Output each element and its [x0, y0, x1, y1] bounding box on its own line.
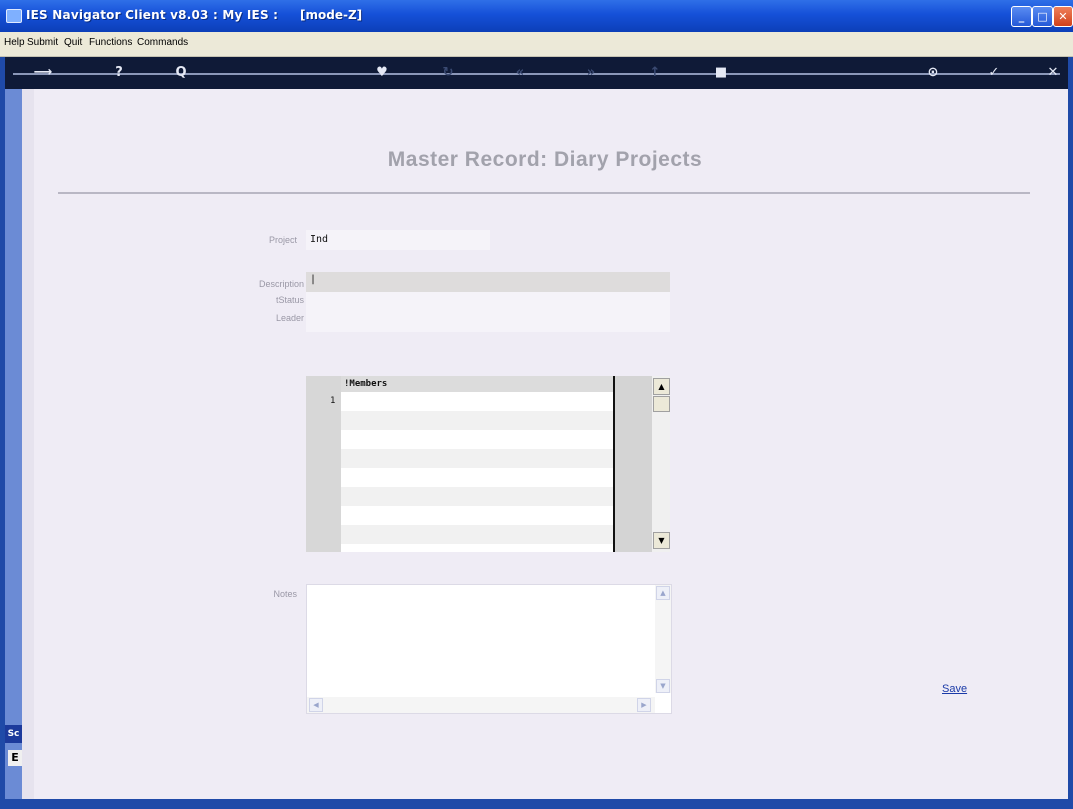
app-icon — [6, 9, 22, 23]
notes-scroll-up-icon[interactable]: ▲ — [656, 586, 670, 600]
notes-textarea[interactable]: ▲ ▼ ◀ ▶ — [306, 584, 672, 714]
leader-field[interactable] — [306, 312, 670, 332]
grid-body: !Members — [341, 376, 613, 552]
page-title: Master Record: Diary Projects — [387, 148, 703, 171]
table-row[interactable] — [341, 525, 613, 544]
close-window-button[interactable]: ✕ — [1053, 6, 1073, 27]
table-row[interactable] — [341, 487, 613, 506]
menu-commands[interactable]: Commands — [137, 37, 188, 48]
menu-bar: Help Submit Quit Functions Commands — [0, 32, 1073, 57]
leader-label: Leader — [275, 313, 304, 323]
menu-functions[interactable]: Functions — [89, 37, 132, 48]
table-row[interactable] — [341, 506, 613, 525]
notes-vertical-scrollbar[interactable]: ▲ ▼ — [655, 585, 671, 693]
grid-right-column — [613, 376, 654, 552]
main-content: Master Record: Diary Projects Project In… — [22, 89, 1068, 799]
close-icon[interactable]: ✕ — [1043, 63, 1063, 83]
side-tab-secondary[interactable]: E — [8, 750, 22, 766]
project-field[interactable]: Ind — [306, 230, 490, 250]
description-cursor: | — [310, 274, 317, 285]
window-bottom-border — [0, 799, 1073, 809]
window-title: IES Navigator Client v8.03 : My IES : — [26, 8, 279, 22]
notes-scroll-down-icon[interactable]: ▼ — [656, 679, 670, 693]
save-link[interactable]: Save — [942, 683, 967, 695]
notes-horizontal-scrollbar[interactable]: ◀ ▶ — [307, 697, 655, 713]
project-label: Project — [268, 235, 297, 245]
stop-icon[interactable]: ■ — [711, 63, 731, 83]
status-field[interactable] — [306, 292, 670, 312]
members-grid: 1 !Members ▲ ▼ — [306, 376, 670, 552]
window-mode: [mode-Z] — [300, 8, 363, 22]
table-row[interactable] — [341, 449, 613, 468]
forward-icon[interactable]: » — [581, 63, 601, 83]
row-number: 1 — [330, 396, 336, 406]
search-icon[interactable]: Q — [171, 63, 191, 83]
grid-header: !Members — [341, 376, 613, 392]
description-field[interactable]: | — [306, 272, 670, 292]
menu-icon[interactable]: ⊙ — [923, 63, 943, 83]
table-row[interactable] — [341, 392, 613, 411]
rewind-icon[interactable]: « — [510, 63, 530, 83]
notes-scroll-right-icon[interactable]: ▶ — [637, 698, 651, 712]
content-margin — [22, 89, 34, 799]
table-row[interactable] — [341, 430, 613, 449]
notes-label: Notes — [273, 589, 297, 599]
scroll-up-icon[interactable]: ▲ — [653, 378, 670, 395]
menu-help[interactable]: Help — [4, 37, 25, 48]
notes-scroll-left-icon[interactable]: ◀ — [309, 698, 323, 712]
back-icon[interactable]: ⟶ — [33, 63, 53, 83]
grid-row-gutter: 1 — [306, 376, 341, 552]
description-label: Description — [258, 279, 304, 289]
maximize-button[interactable]: □ — [1032, 6, 1053, 27]
title-divider — [58, 192, 1030, 194]
up-icon[interactable]: ↑ — [645, 63, 665, 83]
scroll-thumb[interactable] — [653, 396, 670, 412]
menu-quit[interactable]: Quit — [64, 37, 82, 48]
side-strip — [5, 89, 22, 799]
table-row[interactable] — [341, 411, 613, 430]
project-value: Ind — [310, 234, 329, 245]
ok-icon[interactable]: ✓ — [984, 63, 1004, 83]
toolbar: ⟶ ? Q ♥ ↻ « » ↑ ■ ⊙ ✓ ✕ — [5, 57, 1068, 89]
help-icon[interactable]: ? — [109, 63, 129, 83]
members-column-header[interactable]: !Members — [344, 379, 387, 389]
minimize-button[interactable]: _ — [1011, 6, 1032, 27]
table-row[interactable] — [341, 468, 613, 487]
menu-submit[interactable]: Submit — [27, 37, 58, 48]
heart-icon[interactable]: ♥ — [372, 63, 392, 83]
status-label: tStatus — [275, 295, 304, 305]
grid-scrollbar[interactable]: ▲ ▼ — [652, 376, 670, 552]
scroll-down-icon[interactable]: ▼ — [653, 532, 670, 549]
refresh-icon[interactable]: ↻ — [438, 63, 458, 83]
side-tab[interactable]: Sc — [5, 725, 22, 743]
title-bar: IES Navigator Client v8.03 : My IES : [m… — [0, 0, 1073, 32]
